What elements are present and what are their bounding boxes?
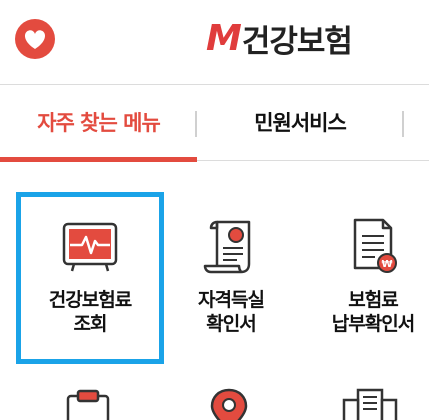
tab-civil-service[interactable]: 민원서비스 [200, 85, 400, 159]
building-icon[interactable] [340, 388, 400, 420]
selection-highlight [16, 192, 164, 364]
brand-mark: M [206, 17, 242, 59]
menu-item-payment-confirmation[interactable]: ₩ 보험료 납부확인서 [298, 214, 429, 336]
brand-logo: M 건강보험 [206, 14, 353, 62]
brand-name: 건강보험 [241, 23, 353, 60]
menu-item-label: 자격득실 확인서 [198, 289, 265, 335]
tab-bar-underline [197, 160, 429, 161]
certificate-scroll-icon [203, 220, 251, 274]
payment-document-icon: ₩ [353, 218, 397, 273]
tab-separator [402, 111, 404, 137]
menu-item-qualification-certificate[interactable]: 자격득실 확인서 [162, 214, 300, 336]
svg-text:₩: ₩ [381, 259, 392, 270]
tab-separator [195, 111, 197, 137]
location-pin-icon[interactable] [204, 386, 254, 420]
tab-frequent-menu[interactable]: 자주 찾는 메뉴 [0, 85, 197, 159]
tab-bar: 자주 찾는 메뉴 민원서비스 [0, 85, 429, 163]
app-header: M 건강보험 [0, 0, 429, 80]
clipboard-icon[interactable] [60, 388, 116, 420]
heart-logo-icon[interactable] [14, 18, 56, 60]
active-tab-indicator [0, 157, 197, 162]
menu-item-label: 보험료 납부확인서 [331, 289, 415, 335]
